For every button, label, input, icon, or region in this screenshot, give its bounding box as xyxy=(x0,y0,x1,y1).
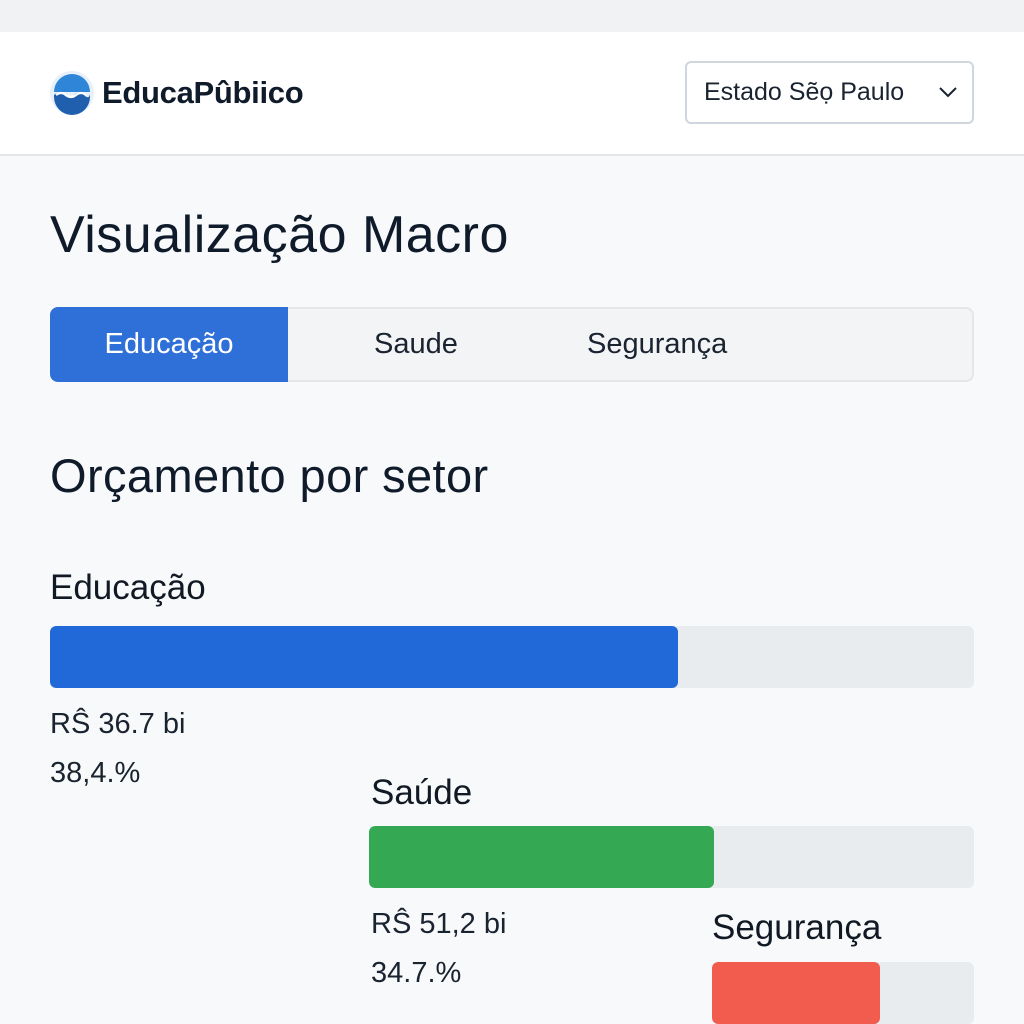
sector-amount: RŜ 36.7 bi xyxy=(50,708,186,740)
brand-name: EducaPûbiico xyxy=(102,75,304,110)
tab-saude[interactable]: Saude xyxy=(342,309,502,380)
sector-saude: Saúde xyxy=(371,773,472,813)
sector-amount: RŜ 51,2 bi xyxy=(371,908,507,940)
chevron-down-icon xyxy=(939,87,957,98)
tab-educacao[interactable]: Educação xyxy=(50,307,288,382)
sector-name: Educação xyxy=(50,568,206,607)
page-title: Visualização Macro xyxy=(50,206,509,264)
budget-bar-track xyxy=(712,962,974,1024)
top-strip xyxy=(0,0,1024,32)
wave-logo-icon xyxy=(50,71,94,115)
app-header: EducaPûbiico Estado Sẽọ Paulo xyxy=(0,32,1024,156)
budget-bar-fill xyxy=(369,826,714,888)
sector-name: Segurança xyxy=(712,908,882,947)
sector-percent: 34.7.% xyxy=(371,957,462,989)
budget-bar-fill xyxy=(50,626,679,688)
brand[interactable]: EducaPûbiico xyxy=(50,70,304,116)
state-select[interactable]: Estado Sẽọ Paulo xyxy=(685,61,974,124)
tab-seguranca[interactable]: Segurança xyxy=(572,309,772,380)
section-title: Orçamento por setor xyxy=(50,449,489,502)
sector-seguranca: Segurança xyxy=(712,908,881,948)
budget-bar-track xyxy=(50,626,974,688)
sector-tabs: Educação Saude Segurança xyxy=(50,307,974,382)
sector-percent: 38,4.% xyxy=(50,757,141,789)
sector-name: Saúde xyxy=(371,773,473,812)
sector-educacao: Educação xyxy=(50,568,206,608)
state-select-value: Estado Sẽọ Paulo xyxy=(704,78,905,106)
budget-bar-fill xyxy=(712,962,880,1024)
budget-bar-track xyxy=(369,826,974,888)
